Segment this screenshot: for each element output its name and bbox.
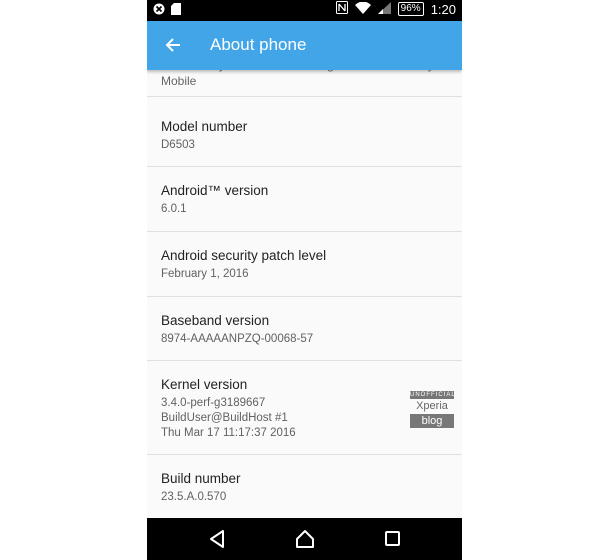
back-arrow-icon[interactable] [161,31,185,59]
signal-icon [377,1,391,17]
recents-square-icon[interactable] [377,526,407,552]
item-value: 3.4.0-perf-g3189667 BuildUser@BuildHost … [161,397,296,439]
wifi-icon [354,1,371,17]
watermark-top: UNOFFICIAL [410,391,456,399]
nfc-icon [335,1,348,17]
close-circle-icon [153,2,165,20]
list-item-security-patch[interactable]: Android security patch level February 1,… [147,232,462,297]
app-bar: About phone [147,21,462,70]
item-value: D6503 [161,139,195,151]
item-value: 8974-AAAAANPZQ-00068-57 [161,333,314,345]
list-item-partial[interactable]: Send anonymous data and usage statistics… [147,58,462,97]
watermark-logo: UNOFFICIAL Xperia blog [410,391,456,428]
status-bar: 96% 1:20 [147,0,462,21]
item-label: Baseband version [161,313,270,328]
watermark-bottom: blog [410,414,454,428]
back-triangle-icon[interactable] [202,526,232,552]
phone-screen: 96% 1:20 Send anonymous data and usage s… [147,0,462,560]
item-value: February 1, 2016 [161,268,249,280]
sd-card-icon [171,2,181,20]
battery-indicator: 96% [397,2,424,16]
list-item-model-number[interactable]: Model number D6503 [147,96,462,167]
navigation-bar [147,518,462,560]
item-label: Build number [161,471,241,486]
clock: 1:20 [430,1,456,17]
item-value: 6.0.1 [161,203,187,215]
home-circle-icon[interactable] [290,526,320,552]
list-item-build-number[interactable]: Build number 23.5.A.0.570 [147,455,462,517]
watermark-middle: Xperia [416,400,448,412]
list-item-baseband[interactable]: Baseband version 8974-AAAAANPZQ-00068-57 [147,297,462,361]
item-value: 23.5.A.0.570 [161,491,227,503]
item-label: Android™ version [161,183,269,198]
list-item-android-version[interactable]: Android™ version 6.0.1 [147,167,462,232]
item-label: Kernel version [161,377,248,392]
page-title: About phone [210,35,307,54]
item-label: Android security patch level [161,248,327,263]
item-label: Model number [161,119,248,134]
